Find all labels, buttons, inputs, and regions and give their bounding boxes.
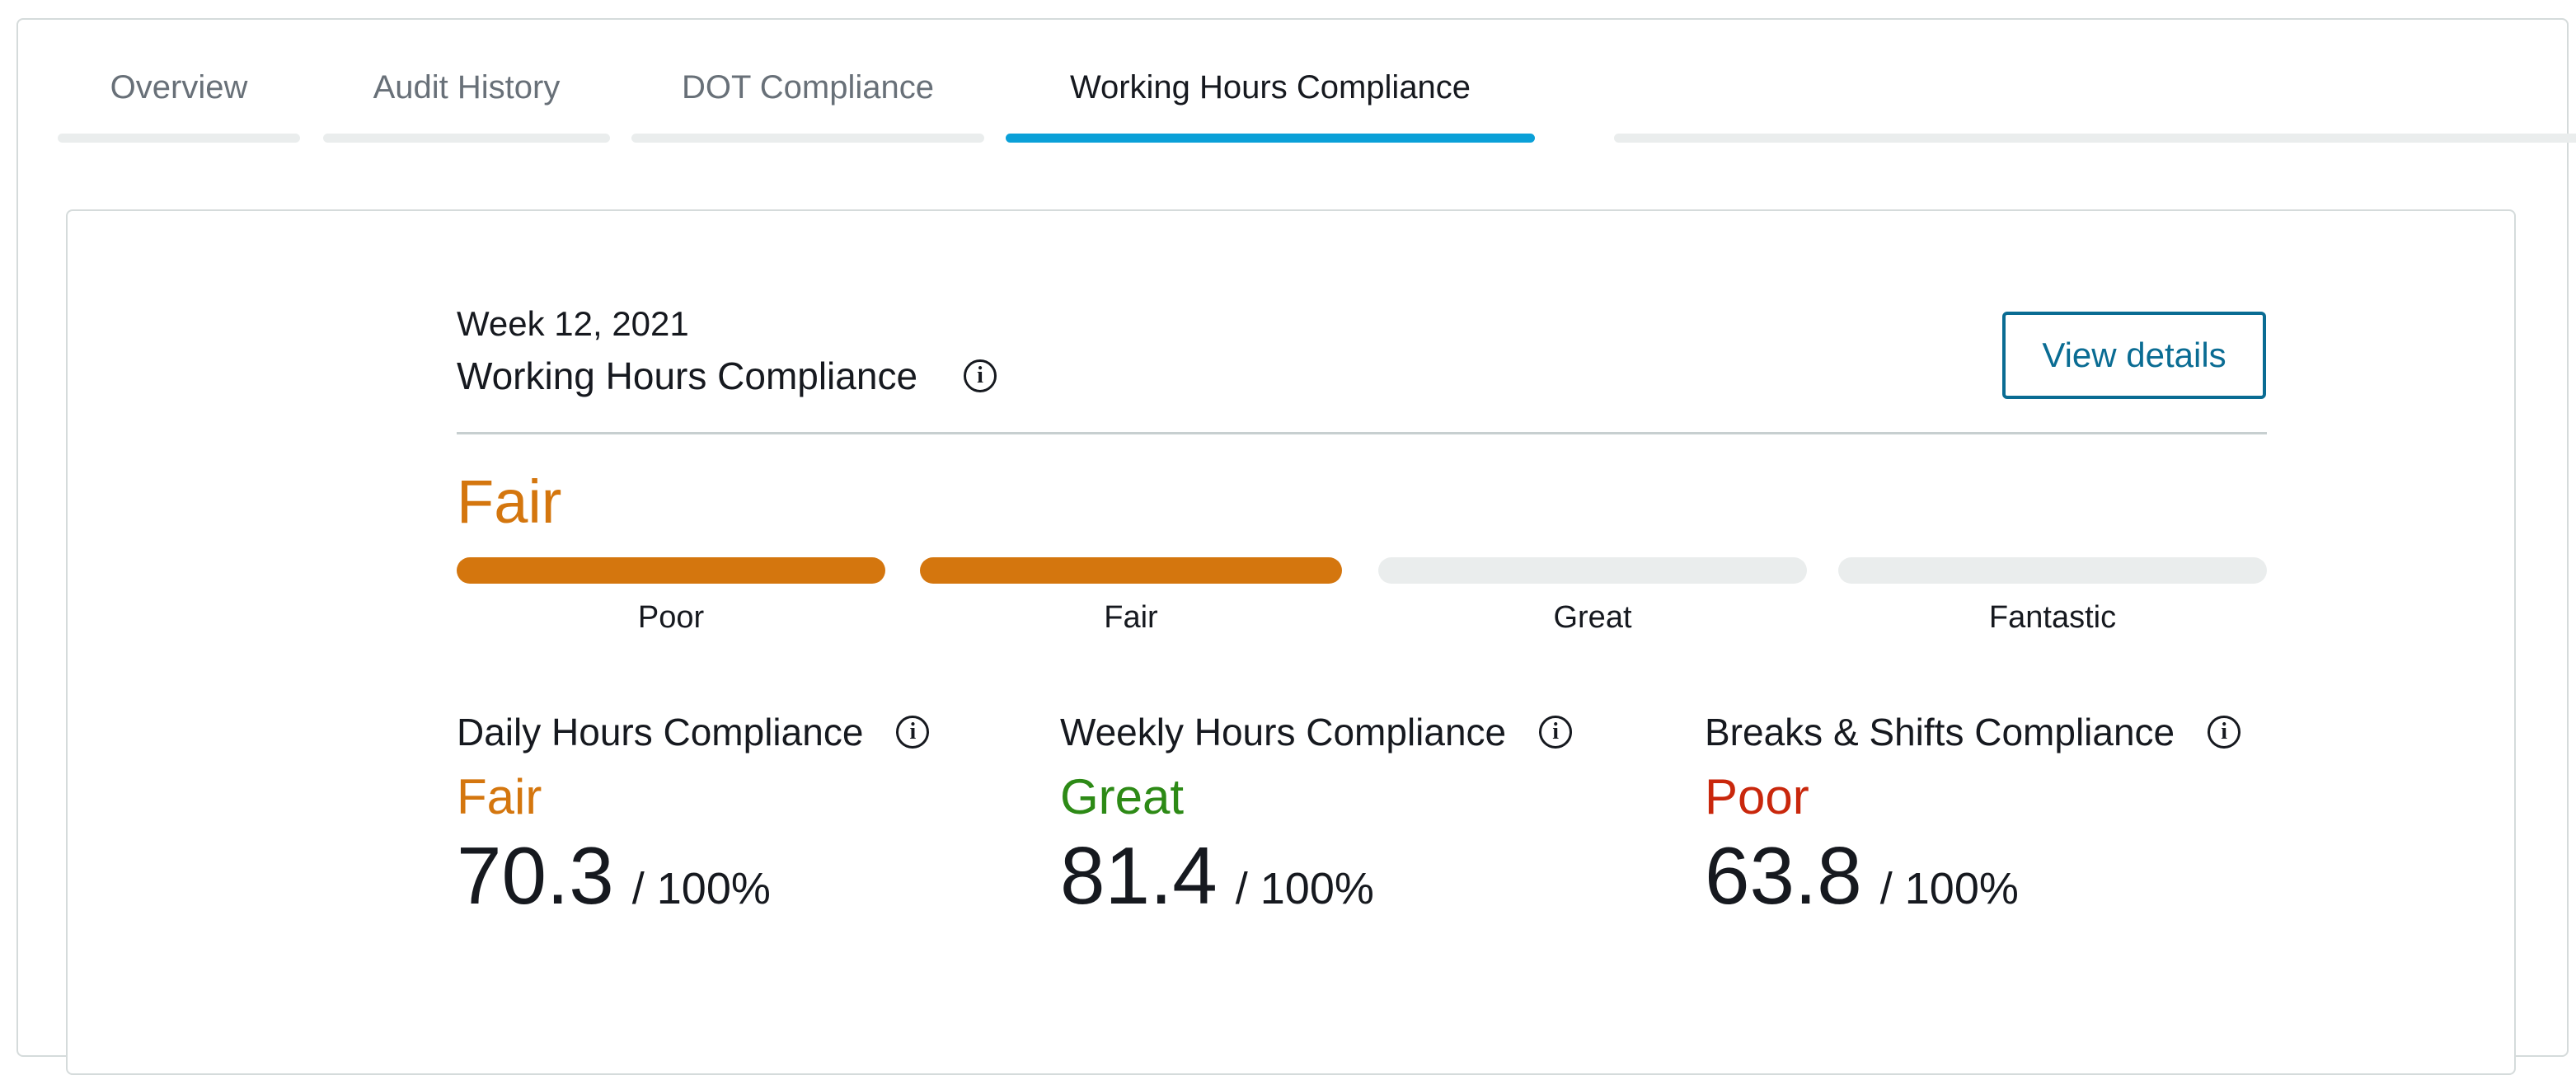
score-value: 70.3 [457,830,614,921]
scale-segment-fantastic: Fantastic [1838,557,2267,640]
info-icon[interactable]: i [896,716,930,749]
metric-score: 70.3 / 100% [457,829,771,922]
tab-bar: Overview Audit History DOT Compliance Wo… [58,0,2576,148]
metric-header: Breaks & Shifts Compliance i [1705,706,2282,758]
metric-name: Weekly Hours Compliance [1060,711,1507,753]
tab-underline [631,134,984,143]
metric-header: Weekly Hours Compliance i [1060,706,1637,758]
tab-label: DOT Compliance [681,69,935,106]
scale-bar [920,557,1342,584]
tab-overview[interactable]: Overview [58,0,300,145]
scale-bar [457,557,885,584]
panel-title-row: Working Hours Compliance i [457,351,997,401]
scale-bar [1838,557,2267,584]
week-label: Week 12, 2021 [457,304,689,343]
score-max: / 100% [631,864,771,913]
scale-label: Fantastic [1988,600,2117,635]
info-icon[interactable]: i [1539,716,1573,749]
scale-label: Fair [1104,600,1158,635]
metric-daily-hours: Daily Hours Compliance i Fair 70.3 / 100% [457,706,984,1002]
scale-segment-fair: Fair [920,557,1342,640]
divider [457,432,2267,434]
scale-segment-poor: Poor [457,557,885,640]
score-max: / 100% [1235,864,1374,913]
tab-dot-compliance[interactable]: DOT Compliance [631,0,984,145]
metric-name: Breaks & Shifts Compliance [1705,711,2175,753]
metric-header: Daily Hours Compliance i [457,706,984,758]
scale-bar [1378,557,1807,584]
panel-title: Working Hours Compliance [457,354,918,397]
metric-breaks-shifts: Breaks & Shifts Compliance i Poor 63.8 / … [1705,706,2282,1002]
metric-score: 63.8 / 100% [1705,829,2019,922]
metric-rating: Poor [1705,769,1809,824]
overall-rating: Fair [457,467,562,536]
metric-weekly-hours: Weekly Hours Compliance i Great 81.4 / 10… [1060,706,1637,1002]
view-details-button[interactable]: View details [2002,312,2266,399]
score-value: 81.4 [1060,830,1218,921]
tab-active-underline [1006,134,1535,143]
score-max: / 100% [1879,864,2019,913]
scale-label: Great [1553,600,1632,635]
tab-bar-filler [1614,134,2576,143]
rating-scale: Poor Fair Great Fantastic [457,557,2267,640]
metric-name: Daily Hours Compliance [457,711,864,753]
tab-working-hours-compliance[interactable]: Working Hours Compliance [1006,0,1535,145]
tab-label: Working Hours Compliance [1069,69,1471,106]
metric-rating: Great [1060,769,1185,824]
compliance-panel: Week 12, 2021 Working Hours Compliance i… [66,209,2516,1075]
metric-rating: Fair [457,769,542,824]
scale-segment-great: Great [1378,557,1807,640]
tab-audit-history[interactable]: Audit History [323,0,610,145]
scale-label: Poor [637,600,705,635]
info-icon[interactable]: i [2208,716,2241,749]
score-value: 63.8 [1705,830,1862,921]
tab-label: Overview [110,69,248,106]
metric-score: 81.4 / 100% [1060,829,1374,922]
panel-content: Week 12, 2021 Working Hours Compliance i… [457,211,2267,1035]
info-icon[interactable]: i [964,359,997,392]
tab-label: Audit History [373,69,561,106]
tab-underline [58,134,300,143]
tab-underline [323,134,610,143]
